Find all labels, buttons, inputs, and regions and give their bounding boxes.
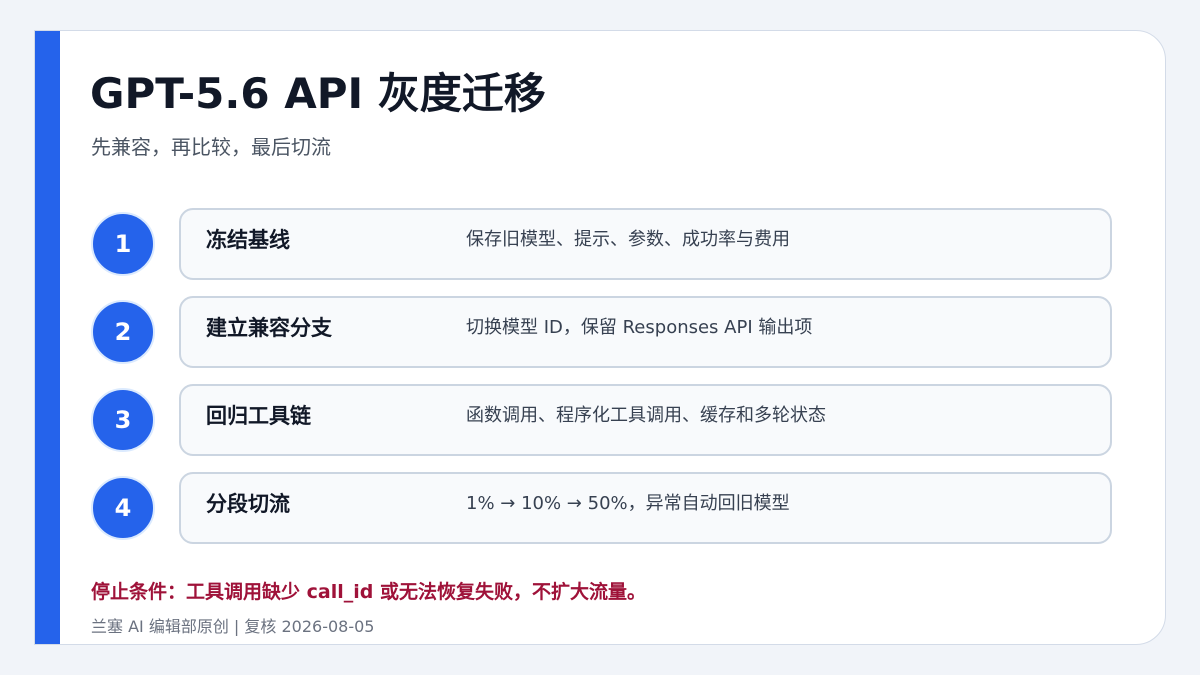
page-subtitle: 先兼容，再比较，最后切流: [91, 135, 331, 159]
step-number-badge: 2: [91, 300, 155, 364]
step-card: 回归工具链 函数调用、程序化工具调用、缓存和多轮状态: [179, 384, 1112, 456]
step-3: 3 回归工具链 函数调用、程序化工具调用、缓存和多轮状态: [91, 384, 1112, 456]
footer-credit: 兰塞 AI 编辑部原创 | 复核 2026-08-05: [91, 617, 375, 636]
step-1: 1 冻结基线 保存旧模型、提示、参数、成功率与费用: [91, 208, 1112, 280]
step-number-badge: 1: [91, 212, 155, 276]
step-description: 函数调用、程序化工具调用、缓存和多轮状态: [466, 405, 826, 426]
step-description: 保存旧模型、提示、参数、成功率与费用: [466, 229, 790, 250]
slide-card: GPT-5.6 API 灰度迁移 先兼容，再比较，最后切流 1 冻结基线 保存旧…: [34, 30, 1166, 645]
step-2: 2 建立兼容分支 切换模型 ID，保留 Responses API 输出项: [91, 296, 1112, 368]
step-name: 冻结基线: [206, 228, 290, 252]
step-card: 建立兼容分支 切换模型 ID，保留 Responses API 输出项: [179, 296, 1112, 368]
step-name: 回归工具链: [206, 404, 311, 428]
accent-bar: [35, 31, 60, 644]
step-name: 建立兼容分支: [206, 316, 332, 340]
step-number-badge: 4: [91, 476, 155, 540]
page-title: GPT-5.6 API 灰度迁移: [90, 69, 546, 118]
step-card: 冻结基线 保存旧模型、提示、参数、成功率与费用: [179, 208, 1112, 280]
steps-list: 1 冻结基线 保存旧模型、提示、参数、成功率与费用 2 建立兼容分支 切换模型 …: [91, 208, 1112, 560]
step-description: 切换模型 ID，保留 Responses API 输出项: [466, 317, 813, 338]
step-description: 1% → 10% → 50%，异常自动回旧模型: [466, 493, 790, 514]
step-4: 4 分段切流 1% → 10% → 50%，异常自动回旧模型: [91, 472, 1112, 544]
stop-condition-note: 停止条件：工具调用缺少 call_id 或无法恢复失败，不扩大流量。: [91, 581, 646, 603]
step-name: 分段切流: [206, 492, 290, 516]
step-number-badge: 3: [91, 388, 155, 452]
step-card: 分段切流 1% → 10% → 50%，异常自动回旧模型: [179, 472, 1112, 544]
